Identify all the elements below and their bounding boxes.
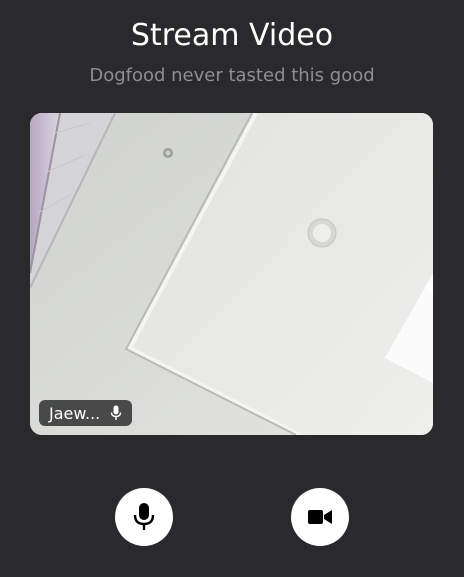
toggle-microphone-button[interactable] (115, 488, 173, 546)
microphone-icon (133, 503, 155, 530)
video-tile[interactable]: Jaew... (30, 113, 433, 435)
page-subtitle: Dogfood never tasted this good (89, 65, 375, 86)
camera-feed-image (30, 113, 433, 435)
participant-name-badge: Jaew... (39, 400, 133, 426)
toggle-camera-button[interactable] (291, 488, 349, 546)
microphone-on-icon (111, 405, 122, 420)
video-camera-icon (308, 510, 332, 524)
page-title: Stream Video (130, 18, 334, 53)
participant-name: Jaew... (49, 403, 101, 423)
